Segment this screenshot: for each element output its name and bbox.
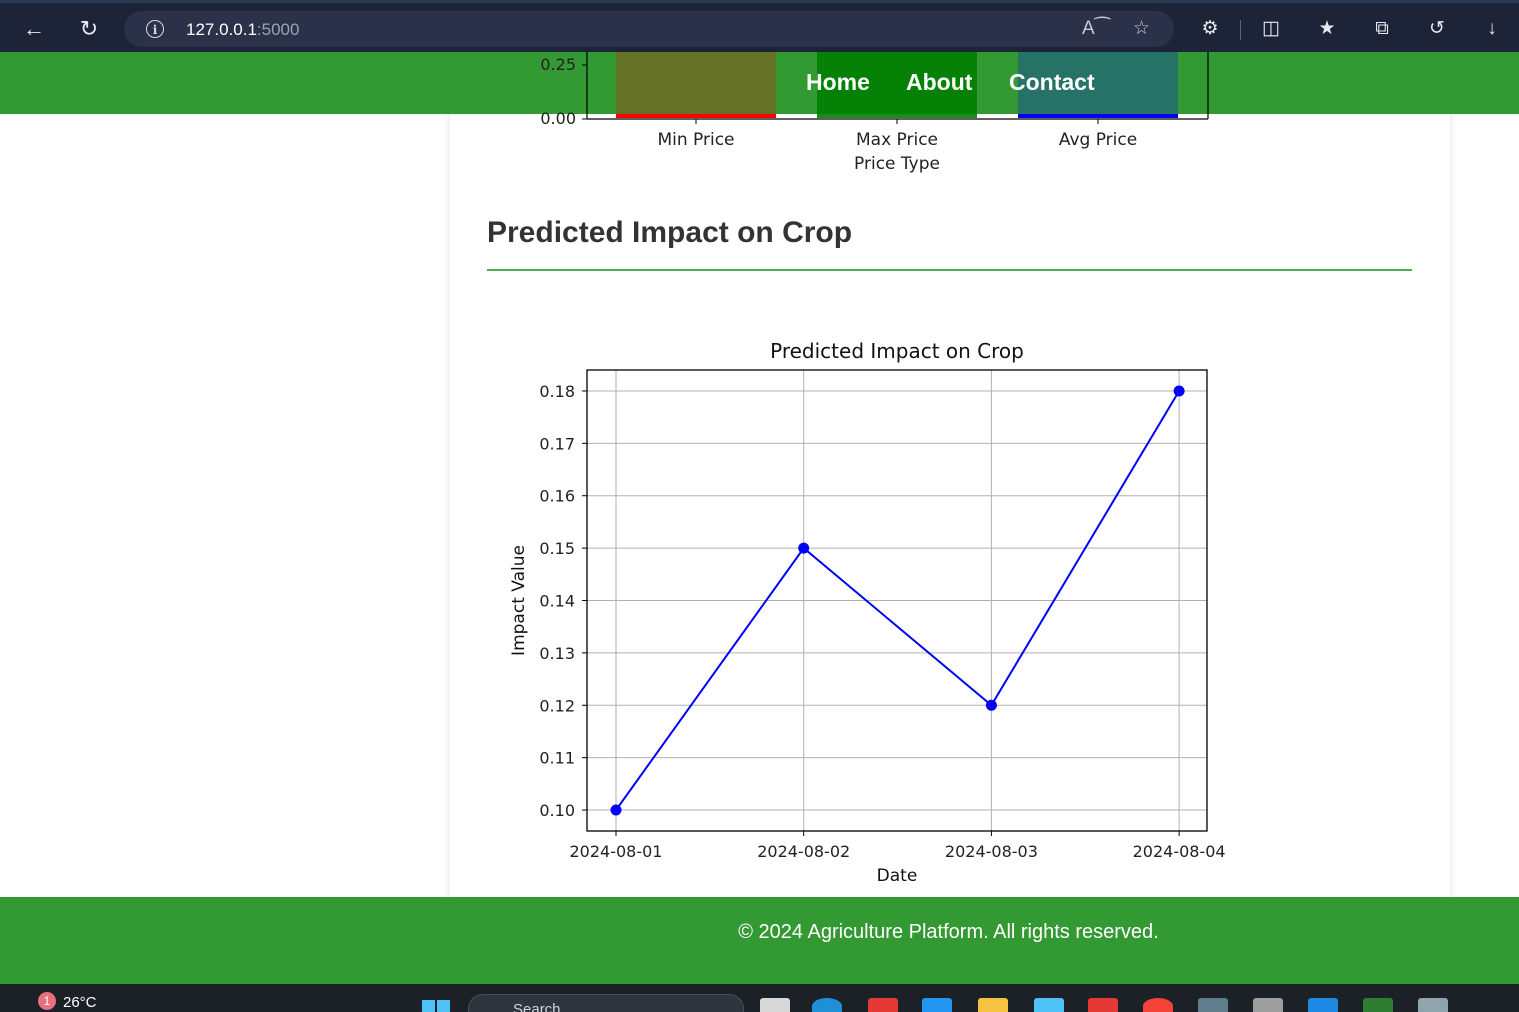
site-info-icon[interactable]: i: [146, 20, 164, 38]
price-xtick-label: Avg Price: [1059, 130, 1137, 150]
browser-toolbar: ← ↻ i 127.0.0.1:5000 A⁀ ☆ ⚙ ◫ ★ ⧉ ↺ ↓: [0, 0, 1519, 52]
bar-min-price-base: [616, 114, 776, 118]
store-icon[interactable]: [922, 998, 952, 1012]
url-text[interactable]: 127.0.0.1:5000: [186, 20, 299, 40]
terminal-icon[interactable]: [1253, 998, 1283, 1012]
y-tick-label: 0.13: [539, 644, 575, 663]
refresh-icon[interactable]: ↻: [71, 11, 107, 47]
y-tick-label: 0.10: [539, 801, 575, 820]
vscode-icon[interactable]: [1308, 998, 1338, 1012]
price-chart: 0.25 0.00 Min Price Max Price Avg Price …: [540, 52, 1209, 174]
y-tick-label: 0.18: [539, 382, 575, 401]
split-screen-icon[interactable]: ◫: [1254, 11, 1288, 47]
y-tick-label: 0.17: [539, 434, 575, 453]
y-tick-label: 0.15: [539, 539, 575, 558]
task-view-icon[interactable]: [760, 998, 790, 1012]
favorite-star-icon[interactable]: ☆: [1133, 17, 1150, 40]
site-footer: © 2024 Agriculture Platform. All rights …: [0, 897, 1519, 984]
x-tick-label: 2024-08-01: [570, 842, 663, 861]
windows-start-icon[interactable]: [422, 1000, 452, 1012]
x-tick-label: 2024-08-02: [757, 842, 850, 861]
data-point: [798, 542, 810, 554]
bar-min-price: [616, 52, 776, 118]
y-tick-label: 0.14: [539, 592, 575, 611]
bar-avg-price-base: [1018, 114, 1178, 118]
notification-badge: 1: [38, 992, 56, 1010]
price-ytick-label: 0.25: [540, 55, 576, 74]
y-tick-label: 0.12: [539, 696, 575, 715]
data-point: [1173, 385, 1185, 397]
taskbar-search[interactable]: Search: [468, 994, 744, 1012]
downloads-icon[interactable]: ↓: [1475, 11, 1509, 47]
price-xtick-label: Max Price: [856, 130, 938, 150]
file-explorer-icon[interactable]: [978, 998, 1008, 1012]
app-icon[interactable]: [868, 998, 898, 1012]
x-axis-label: Date: [877, 866, 918, 886]
app-icon[interactable]: [1143, 998, 1173, 1012]
x-tick-label: 2024-08-04: [1133, 842, 1226, 861]
history-icon[interactable]: ↺: [1420, 11, 1454, 47]
extensions-icon[interactable]: ⚙: [1193, 11, 1227, 47]
impact-chart: 0.10 0.11 0.12 0.13 0.14 0.15 0.16 0.17 0.18 2024…: [509, 339, 1226, 886]
chart-title: Predicted Impact on Crop: [770, 339, 1024, 363]
calculator-icon[interactable]: [1418, 998, 1448, 1012]
weather-temperature[interactable]: 26°C: [63, 994, 97, 1011]
price-ytick-label: 0.00: [540, 109, 576, 128]
read-aloud-icon[interactable]: A⁀: [1082, 17, 1110, 40]
price-xaxis-label: Price Type: [854, 154, 940, 174]
collections-icon[interactable]: ⧉: [1365, 11, 1399, 47]
settings-icon[interactable]: [1198, 998, 1228, 1012]
notepad-icon[interactable]: [1034, 998, 1064, 1012]
taskbar-search-placeholder: Search: [513, 1001, 561, 1012]
back-icon[interactable]: ←: [16, 11, 52, 47]
favorites-icon[interactable]: ★: [1310, 11, 1344, 47]
x-tick-label: 2024-08-03: [945, 842, 1038, 861]
y-tick-label: 0.11: [539, 749, 575, 768]
data-point: [985, 699, 997, 711]
calendar-icon[interactable]: [1088, 998, 1118, 1012]
edge-icon[interactable]: [812, 998, 842, 1012]
nav-contact-link[interactable]: Contact: [1009, 69, 1095, 96]
nav-home-link[interactable]: Home: [806, 69, 870, 96]
toolbar-divider: [1240, 20, 1241, 40]
address-bar[interactable]: i 127.0.0.1:5000 A⁀ ☆: [124, 11, 1174, 47]
excel-icon[interactable]: [1363, 998, 1393, 1012]
data-point: [610, 804, 622, 816]
taskbar: 1 26°C Search: [0, 984, 1519, 1012]
footer-copyright: © 2024 Agriculture Platform. All rights …: [738, 921, 1159, 943]
price-xtick-label: Min Price: [657, 130, 734, 150]
section-divider: [487, 269, 1412, 271]
section-title: Predicted Impact on Crop: [487, 216, 853, 249]
y-axis-label: Impact Value: [509, 545, 529, 656]
web-page: 0.25 0.00 Min Price Max Price Avg Price …: [0, 52, 1519, 984]
nav-about-link[interactable]: About: [906, 69, 972, 96]
y-tick-label: 0.16: [539, 487, 575, 506]
